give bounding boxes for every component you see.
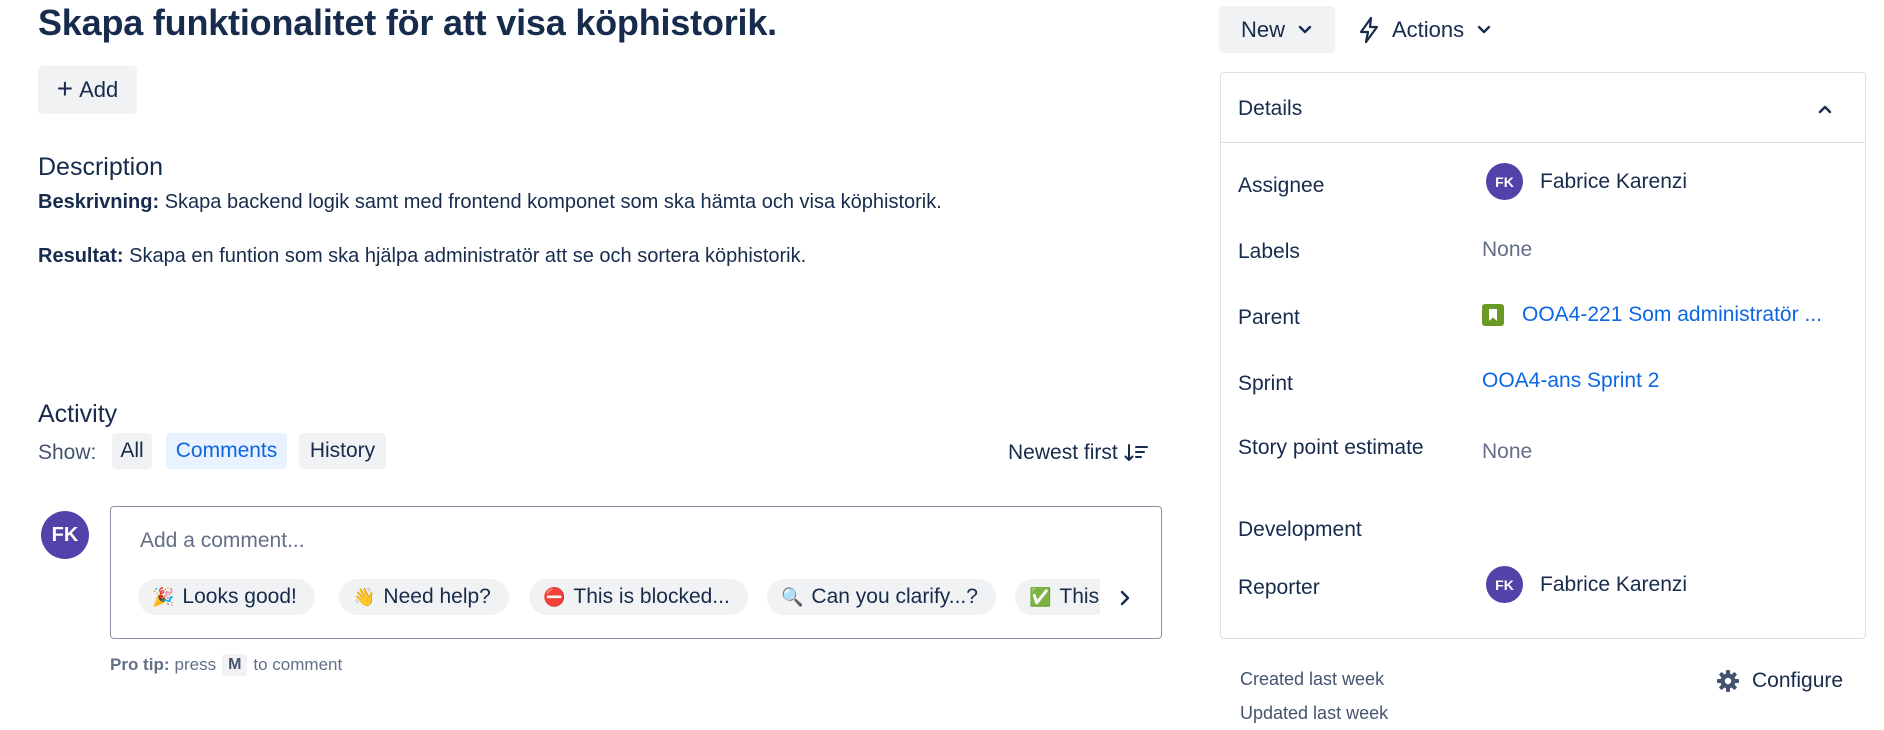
configure-label: Configure (1752, 669, 1844, 692)
lightning-icon (1359, 16, 1379, 43)
details-header[interactable] (1221, 73, 1865, 143)
quick-reply-clarify[interactable]: 🔍 Can you clarify...? (767, 579, 996, 615)
sort-descending-icon (1124, 444, 1148, 461)
description-line-2-label: Resultat: (38, 245, 124, 267)
status-dropdown[interactable]: New (1219, 6, 1335, 53)
reporter-avatar: FK (1486, 566, 1523, 603)
add-button-label: Add (79, 77, 119, 102)
issue-title[interactable]: Skapa funktionalitet för att visa köphis… (38, 2, 777, 44)
comment-editor[interactable] (110, 506, 1162, 639)
development-label: Development (1238, 518, 1362, 541)
quick-reply-label: Need help? (383, 585, 491, 608)
plus-icon: + (56, 72, 74, 104)
description-line-2-text: Skapa en funtion som ska hjälpa administ… (129, 245, 807, 267)
status-label: New (1240, 16, 1285, 42)
parent-field[interactable]: OOA4-221 Som administratör ... (1482, 303, 1822, 327)
reporter-label: Reporter (1238, 576, 1320, 599)
sprint-link[interactable]: OOA4-ans Sprint 2 (1482, 369, 1659, 393)
actions-label: Actions (1392, 16, 1465, 42)
shortcut-key: M (222, 654, 248, 676)
details-title: Details (1238, 97, 1303, 120)
filter-comments-button[interactable]: Comments (166, 433, 287, 469)
quick-reply-label: Looks good! (182, 585, 297, 608)
parent-link[interactable]: OOA4-221 Som administratör ... (1522, 303, 1822, 327)
chevron-up-icon (1818, 105, 1832, 114)
activity-heading: Activity (38, 400, 118, 428)
quick-reply-label: Can you clarify...? (811, 585, 978, 608)
check-mark-icon: ✅ (1029, 586, 1052, 607)
parent-label: Parent (1238, 306, 1300, 329)
quick-reply-on-track[interactable]: ✅ This is on track (1015, 579, 1100, 615)
assignee-name: Fabrice Karenzi (1540, 169, 1688, 193)
details-panel (1220, 72, 1866, 639)
pro-tip-suffix: to comment (253, 655, 343, 674)
collapse-details-button[interactable] (1812, 96, 1838, 122)
pro-tip: Pro tip: press M to comment (110, 654, 342, 676)
assignee-field[interactable]: FK Fabrice Karenzi (1482, 163, 1687, 200)
story-point-value[interactable]: None (1482, 440, 1532, 464)
description-line-2[interactable]: Resultat: Skapa en funtion som ska hjälp… (38, 245, 806, 268)
waving-hand-icon: 👋 (353, 586, 376, 607)
story-point-label: Story point estimate (1238, 436, 1424, 459)
assignee-label: Assignee (1238, 174, 1325, 197)
filter-all-button[interactable]: All (112, 433, 152, 469)
chevron-down-icon (1477, 25, 1491, 33)
reporter-field[interactable]: FK Fabrice Karenzi (1482, 566, 1687, 603)
comment-input[interactable]: Add a comment... (140, 529, 305, 553)
story-icon (1482, 304, 1504, 326)
quick-replies-next-button[interactable] (1112, 583, 1138, 613)
user-avatar: FK (41, 511, 89, 559)
description-line-1-text: Skapa backend logik samt med frontend ko… (164, 191, 942, 213)
sprint-label: Sprint (1238, 372, 1293, 395)
no-entry-icon: ⛔ (543, 586, 566, 607)
description-line-1-label: Beskrivning: (38, 191, 160, 213)
quick-reply-looks-good[interactable]: 🎉 Looks good! (138, 579, 315, 615)
sort-order-button[interactable]: Newest first (1008, 441, 1150, 465)
labels-label: Labels (1238, 240, 1300, 263)
quick-reply-label: This is on track (1059, 585, 1100, 608)
quick-reply-blocked[interactable]: ⛔ This is blocked... (529, 579, 748, 615)
quick-reply-need-help[interactable]: 👋 Need help? (339, 579, 509, 615)
chevron-down-icon (1298, 25, 1312, 33)
chevron-right-icon (1120, 590, 1130, 606)
updated-date: Updated last week (1240, 703, 1389, 723)
magnifier-icon: 🔍 (781, 586, 804, 607)
description-heading: Description (38, 153, 164, 181)
assignee-avatar: FK (1486, 163, 1523, 200)
quick-reply-label: This is blocked... (573, 585, 730, 608)
description-line-1[interactable]: Beskrivning: Skapa backend logik samt me… (38, 191, 942, 214)
show-label: Show: (38, 441, 97, 464)
party-popper-icon: 🎉 (152, 586, 175, 607)
add-button[interactable]: + Add (38, 66, 137, 114)
pro-tip-press: press (174, 655, 217, 674)
quick-reply-list: 🎉 Looks good! 👋 Need help? ⛔ This is blo… (138, 579, 1100, 615)
configure-button[interactable]: Configure (1716, 669, 1843, 693)
pro-tip-label: Pro tip: (110, 655, 170, 674)
filter-history-button[interactable]: History (299, 433, 386, 469)
actions-dropdown[interactable]: Actions (1358, 6, 1492, 53)
labels-value[interactable]: None (1482, 238, 1532, 262)
created-date: Created last week (1240, 669, 1385, 689)
reporter-name: Fabrice Karenzi (1540, 572, 1688, 596)
sort-order-label: Newest first (1008, 441, 1118, 464)
gear-icon (1717, 670, 1739, 692)
